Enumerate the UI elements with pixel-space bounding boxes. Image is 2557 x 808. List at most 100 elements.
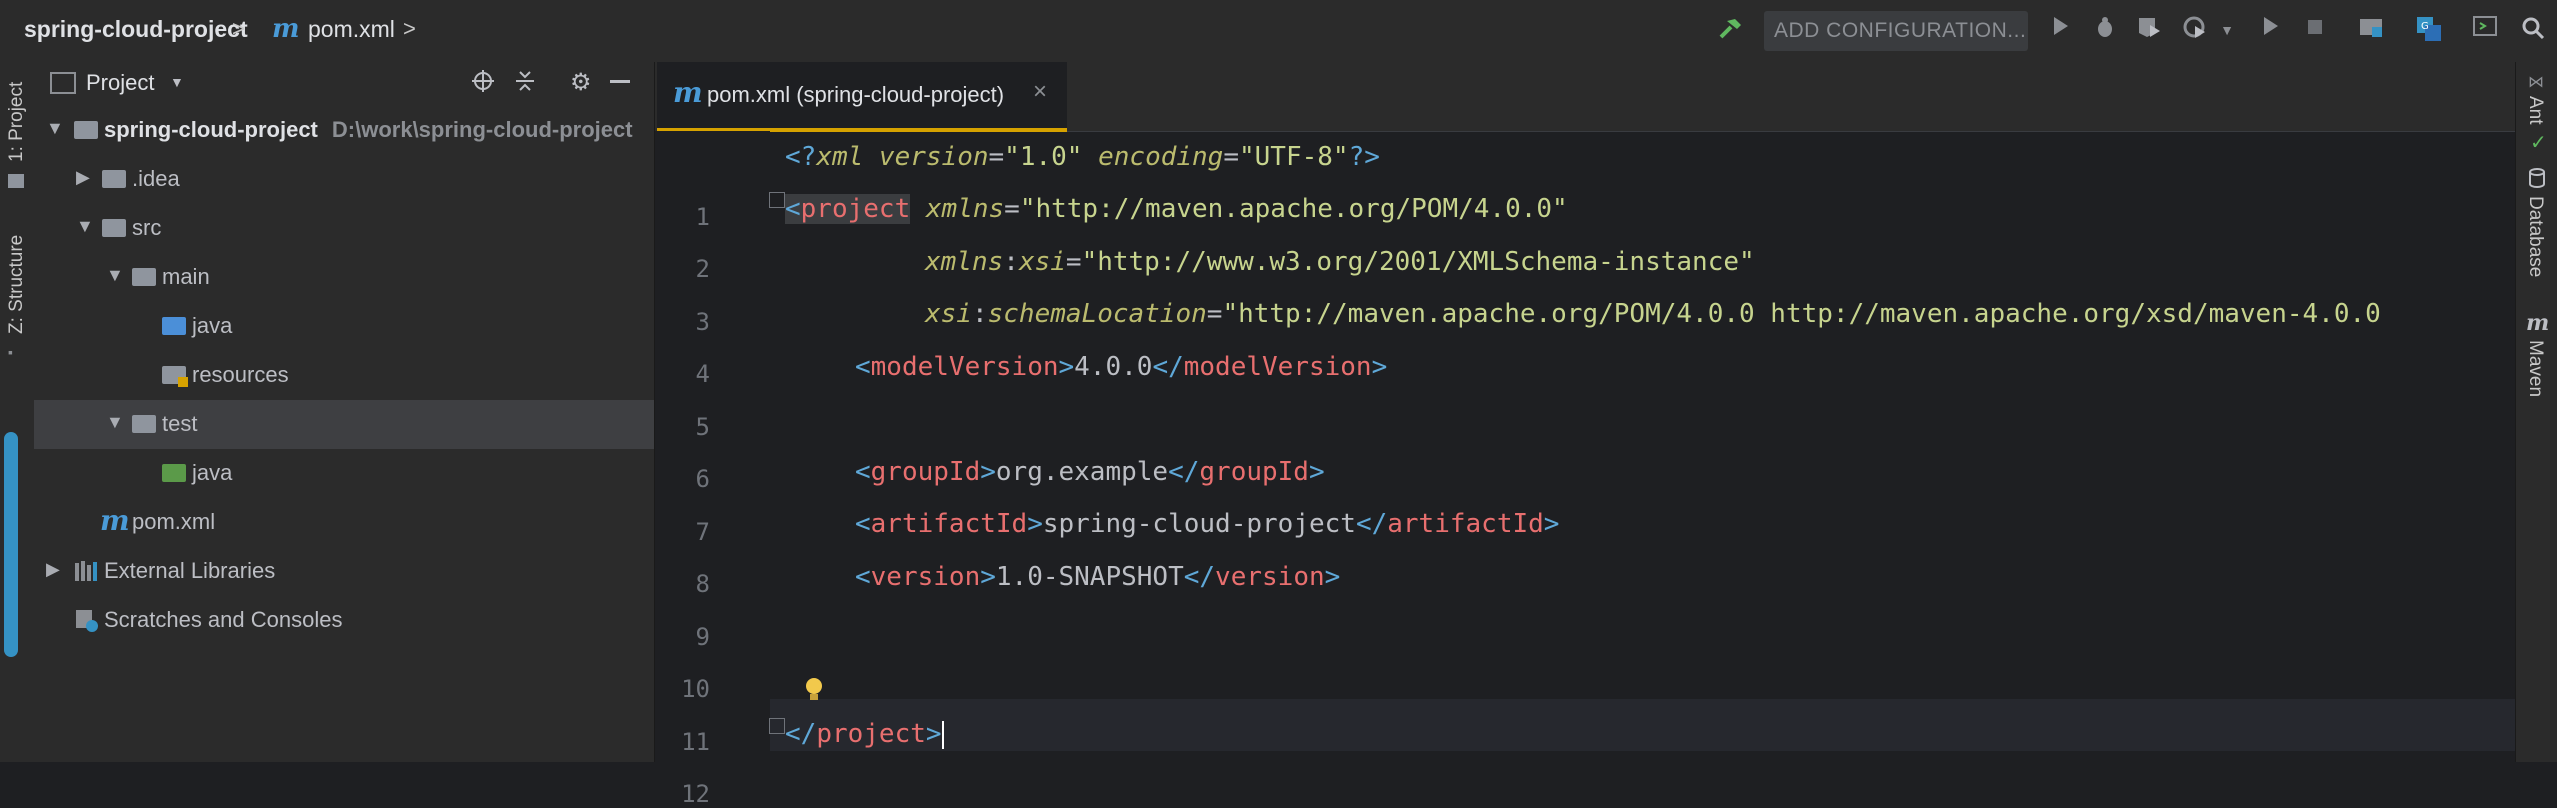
expand-arrow-icon[interactable]: ▼: [46, 118, 64, 139]
line-number: 11: [681, 728, 710, 756]
fold-marker-icon[interactable]: [769, 192, 785, 208]
line-number-gutter: 1 2 3 4 5 6 7 8 9 10 11 12: [655, 131, 770, 808]
stop-icon[interactable]: [2300, 15, 2330, 45]
code-line-2[interactable]: <project xmlns="http://maven.apache.org/…: [785, 194, 1568, 224]
tree-item-label: java: [192, 313, 233, 338]
project-scrollbar[interactable]: [4, 432, 18, 657]
debug-icon[interactable]: [2090, 15, 2120, 45]
project-tool-window: Project ▼ ⚙ ▼ spring-cloud-project D:\wor…: [34, 62, 655, 762]
tree-item-label: main: [162, 264, 210, 289]
breadcrumb-separator: >: [403, 16, 416, 41]
project-tool-tab[interactable]: 1: Project: [6, 82, 28, 162]
run-icon[interactable]: [2046, 15, 2076, 45]
tree-item[interactable]: java: [34, 302, 654, 351]
breadcrumb-separator: >: [232, 16, 245, 41]
tree-item-label: java: [192, 460, 233, 485]
code-line-12[interactable]: </project>: [785, 719, 944, 749]
breadcrumb-project[interactable]: spring-cloud-project: [24, 16, 248, 43]
build-hammer-icon[interactable]: [1716, 15, 1746, 45]
line-number: 8: [695, 570, 710, 598]
folder-icon: [102, 170, 126, 188]
tree-item-label: spring-cloud-project: [104, 117, 318, 142]
collapse-all-icon[interactable]: [512, 68, 538, 100]
chevron-down-icon[interactable]: ▼: [170, 74, 184, 90]
collapsed-arrow-icon[interactable]: ▶: [46, 559, 60, 580]
code-line-1[interactable]: <?xml version="1.0" encoding="UTF-8"?>: [785, 142, 1380, 172]
code-line-3[interactable]: xmlns:xsi="http://www.w3.org/2001/XMLSch…: [925, 247, 1755, 277]
code-line-9[interactable]: <version>1.0-SNAPSHOT</version>: [855, 562, 1340, 592]
folder-icon: [8, 174, 24, 188]
tree-item[interactable]: resources: [34, 351, 654, 400]
line-number: 3: [695, 308, 710, 336]
database-tool-tab[interactable]: Database: [2524, 196, 2546, 277]
breadcrumb-file[interactable]: pom.xml: [308, 16, 395, 43]
code-line-4[interactable]: xsi:schemaLocation="http://maven.apache.…: [925, 299, 2381, 329]
tree-item[interactable]: Scratches and Consoles: [34, 596, 654, 645]
run-configuration-label: ADD CONFIGURATION...: [1774, 19, 2027, 42]
line-number: 5: [695, 413, 710, 441]
profile-icon[interactable]: [2180, 15, 2210, 45]
line-number: 12: [681, 780, 710, 808]
right-tool-strip: ⋈ Ant ✓ Database m Maven: [2515, 62, 2557, 762]
maven-tool-tab[interactable]: Maven: [2524, 340, 2546, 397]
terminal-icon[interactable]: [2470, 15, 2500, 45]
tree-item[interactable]: ▼ spring-cloud-project D:\work\spring-clo…: [34, 106, 654, 155]
search-icon[interactable]: [2518, 15, 2548, 45]
tree-item-label: pom.xml: [132, 509, 216, 534]
maven-m-icon: m: [2526, 310, 2550, 336]
lightbulb-icon[interactable]: [803, 677, 825, 703]
folder-icon: [132, 415, 156, 433]
fold-marker-icon[interactable]: [769, 718, 785, 734]
tree-item-selected[interactable]: ▼ test: [34, 400, 654, 449]
ant-icon: ⋈: [2528, 74, 2544, 91]
run-dropdown-icon[interactable]: ▼: [2212, 15, 2242, 45]
project-view-selector[interactable]: Project: [86, 70, 154, 96]
code-line-5[interactable]: <modelVersion>4.0.0</modelVersion>: [855, 352, 1387, 382]
library-icon: [74, 559, 100, 589]
ant-tool-tab[interactable]: Ant: [2524, 96, 2546, 125]
run-icon[interactable]: [2256, 15, 2286, 45]
line-number: 9: [695, 623, 710, 651]
collapsed-arrow-icon[interactable]: ▶: [76, 167, 90, 188]
text-caret: [941, 720, 944, 749]
code-line-7[interactable]: <groupId>org.example</groupId>: [855, 457, 1325, 487]
line-number: 10: [681, 675, 710, 703]
tree-item[interactable]: ▶ .idea: [34, 155, 654, 204]
check-icon: ✓: [2530, 132, 2547, 154]
line-number: 2: [695, 255, 710, 283]
tree-item-label: resources: [192, 362, 289, 387]
tree-item[interactable]: ▶ External Libraries: [34, 547, 654, 596]
tree-item-label: src: [132, 215, 162, 240]
line-number: 1: [695, 203, 710, 231]
close-icon[interactable]: ×: [1033, 78, 1047, 106]
svg-text:G: G: [2421, 21, 2429, 32]
folder-icon: [132, 268, 156, 286]
tree-item[interactable]: ▼ main: [34, 253, 654, 302]
scratches-icon: [74, 608, 100, 640]
coverage-icon[interactable]: [2134, 15, 2164, 45]
expand-arrow-icon[interactable]: ▼: [76, 216, 94, 237]
tree-item[interactable]: ▼ src: [34, 204, 654, 253]
line-number: 4: [695, 360, 710, 388]
tree-item-label: .idea: [132, 166, 180, 191]
tree-item-label: External Libraries: [104, 558, 276, 583]
expand-arrow-icon[interactable]: ▼: [106, 265, 124, 286]
project-structure-icon[interactable]: [2356, 15, 2386, 45]
locate-icon[interactable]: [470, 68, 496, 100]
editor-tab-pom[interactable]: m pom.xml (spring-cloud-project) ×: [657, 62, 1067, 132]
translate-icon[interactable]: G: [2414, 15, 2444, 45]
structure-tool-tab[interactable]: Z: Structure: [6, 235, 28, 334]
run-configuration-selector[interactable]: ADD CONFIGURATION...: [1764, 11, 2028, 51]
project-view-icon: [50, 72, 76, 94]
test-source-folder-icon: [162, 464, 186, 482]
maven-m-icon: m: [100, 504, 130, 537]
line-number: 6: [695, 465, 710, 493]
tree-item[interactable]: java: [34, 449, 654, 498]
resources-marker-icon: [178, 377, 188, 387]
minimize-icon[interactable]: [610, 80, 630, 83]
tree-item[interactable]: m pom.xml: [34, 498, 654, 547]
code-line-8[interactable]: <artifactId>spring-cloud-project</artifa…: [855, 509, 1559, 539]
expand-arrow-icon[interactable]: ▼: [106, 412, 124, 433]
module-folder-icon: [74, 121, 98, 139]
gear-icon[interactable]: ⚙: [570, 68, 592, 97]
